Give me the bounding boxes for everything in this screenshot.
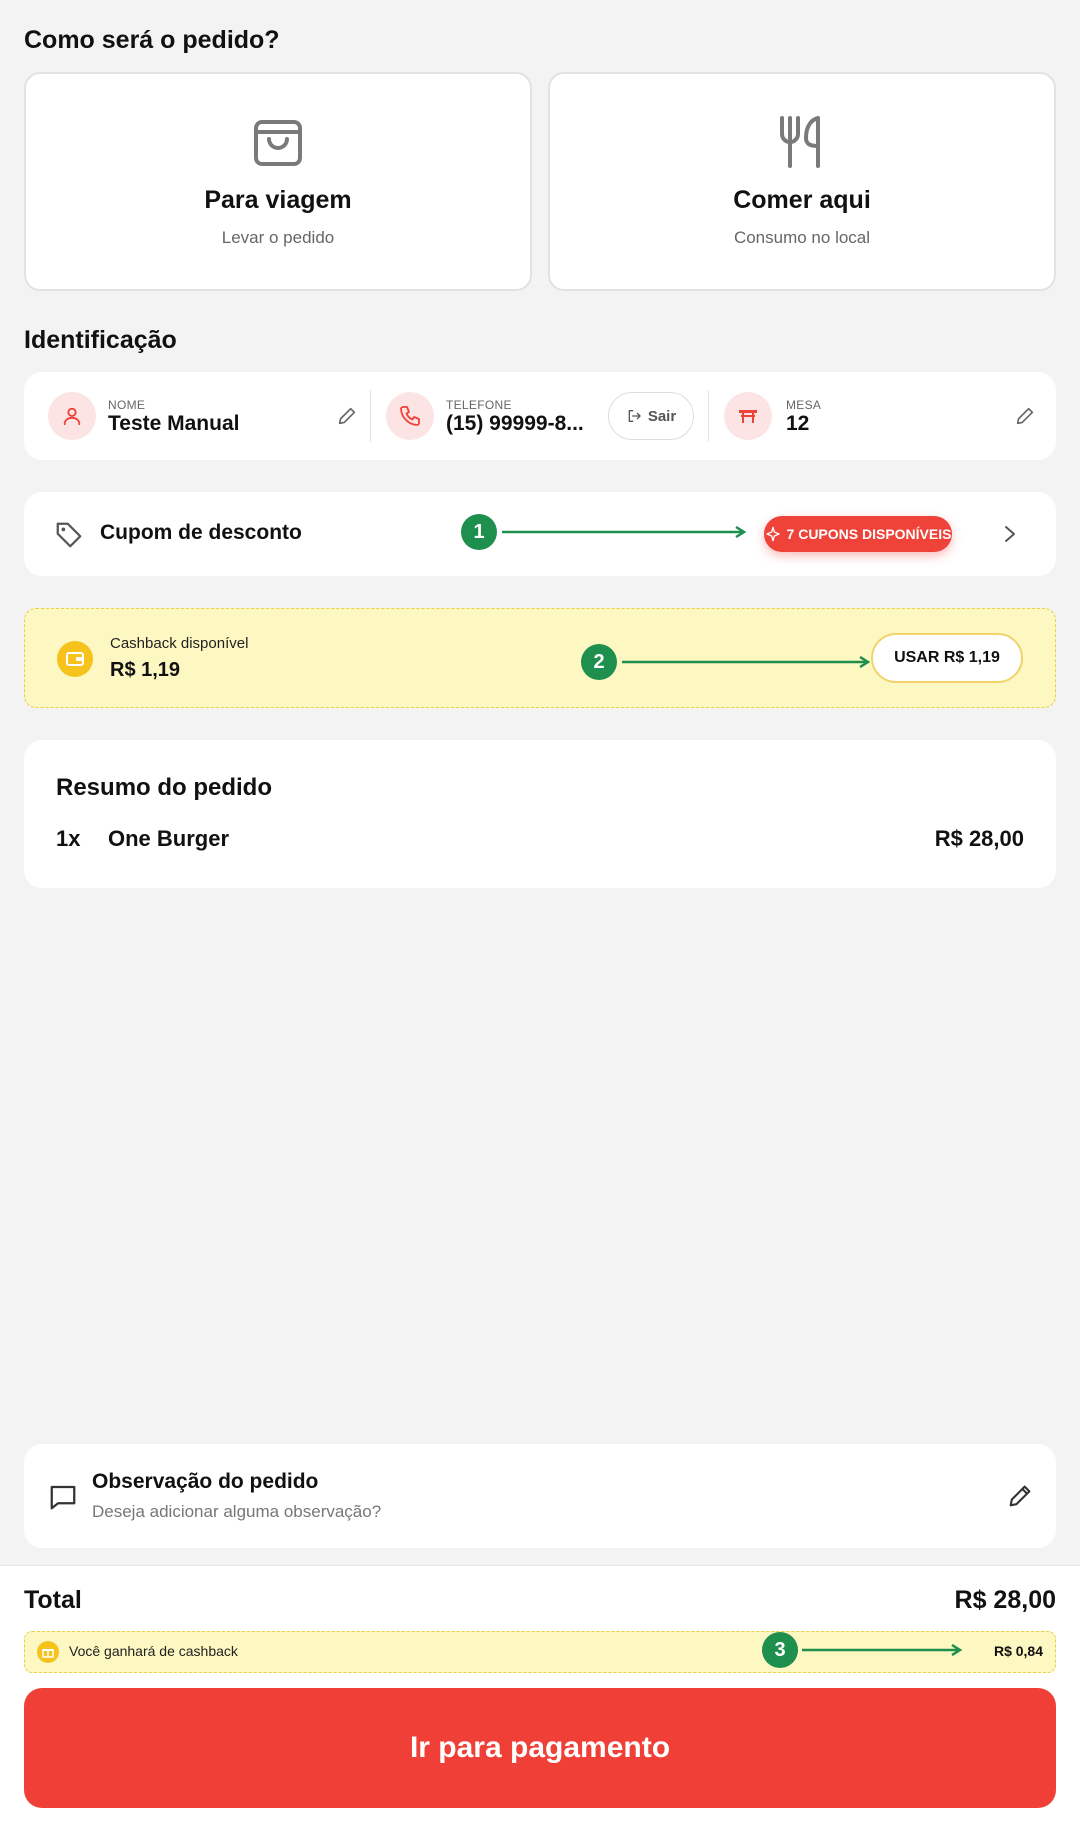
coupons-available-label: 7 CUPONS DISPONÍVEIS	[786, 526, 952, 542]
observation-title: Observação do pedido	[92, 1470, 319, 1493]
name-label: NOME	[108, 398, 146, 412]
order-summary-card: Resumo do pedido 1x One Burger R$ 28,00	[24, 740, 1056, 888]
sparkle-icon	[765, 526, 780, 542]
logout-label: Sair	[647, 407, 677, 425]
phone-value: (15) 99999-8...	[446, 412, 584, 435]
shopping-bag-icon	[254, 120, 302, 166]
chat-bubble-icon	[50, 1485, 76, 1510]
logout-button[interactable]: Sair	[608, 392, 694, 440]
fork-knife-icon	[780, 116, 820, 168]
annotation-arrow-3	[802, 1644, 963, 1656]
order-type-takeaway-subtitle: Levar o pedido	[221, 228, 335, 247]
table-value: 12	[786, 412, 810, 435]
observation-placeholder: Deseja adicionar alguma observação?	[92, 1502, 382, 1521]
total-label: Total	[24, 1586, 82, 1614]
summary-item-name: One Burger	[108, 826, 230, 851]
cashback-value: R$ 1,19	[110, 659, 181, 681]
total-value: R$ 28,00	[954, 1586, 1056, 1614]
cashback-card: Cashback disponível R$ 1,19 USAR R$ 1,19	[24, 608, 1056, 708]
summary-item-qty: 1x	[56, 826, 81, 851]
phone-icon	[386, 392, 434, 440]
edit-table-pencil-icon[interactable]	[1014, 405, 1036, 427]
order-observation-row[interactable]: Observação do pedido Deseja adicionar al…	[24, 1444, 1056, 1548]
annotation-arrow-2	[622, 656, 871, 668]
chevron-right-icon	[1005, 526, 1015, 542]
edit-name-pencil-icon[interactable]	[336, 405, 358, 427]
phone-label: TELEFONE	[446, 398, 512, 412]
cashback-earn-label: Você ganhará de cashback	[69, 1643, 238, 1659]
summary-item-price: R$ 28,00	[934, 826, 1024, 851]
name-value: Teste Manual	[108, 412, 240, 435]
user-icon	[48, 392, 96, 440]
coupon-title: Cupom de desconto	[100, 521, 302, 544]
cashback-label: Cashback disponível	[110, 635, 249, 652]
table-label: MESA	[786, 398, 822, 412]
edit-observation-pencil-icon[interactable]	[1006, 1482, 1034, 1510]
annotation-arrow-1	[502, 526, 747, 538]
order-type-heading: Como será o pedido?	[24, 26, 280, 54]
order-summary-title: Resumo do pedido	[56, 774, 272, 801]
tag-icon	[56, 522, 82, 548]
order-type-takeaway-title: Para viagem	[204, 186, 352, 214]
order-type-dine-in-subtitle: Consumo no local	[733, 228, 871, 247]
order-type-dine-in-card[interactable]: Comer aqui Consumo no local	[548, 72, 1056, 291]
go-to-payment-button[interactable]: Ir para pagamento	[24, 1688, 1056, 1808]
use-cashback-button[interactable]: USAR R$ 1,19	[871, 633, 1023, 683]
annotation-marker-2: 2	[581, 644, 617, 680]
annotation-marker-3: 3	[762, 1632, 798, 1668]
logout-icon	[628, 410, 641, 422]
order-type-dine-in-title: Comer aqui	[733, 186, 871, 214]
order-type-takeaway-card[interactable]: Para viagem Levar o pedido	[24, 72, 532, 291]
checkout-footer: Total R$ 28,00 Você ganhará de cashback …	[0, 1565, 1080, 1832]
divider	[370, 390, 371, 442]
table-icon	[724, 392, 772, 440]
coupons-available-badge[interactable]: 7 CUPONS DISPONÍVEIS	[764, 516, 952, 552]
annotation-marker-1: 1	[461, 514, 497, 550]
gift-icon	[37, 1641, 59, 1663]
cashback-earn-value: R$ 0,84	[993, 1643, 1043, 1659]
identification-heading: Identificação	[24, 326, 177, 354]
wallet-icon	[57, 641, 93, 677]
identification-bar: NOME Teste Manual TELEFONE (15) 99999-8.…	[24, 372, 1056, 460]
divider	[708, 390, 709, 442]
